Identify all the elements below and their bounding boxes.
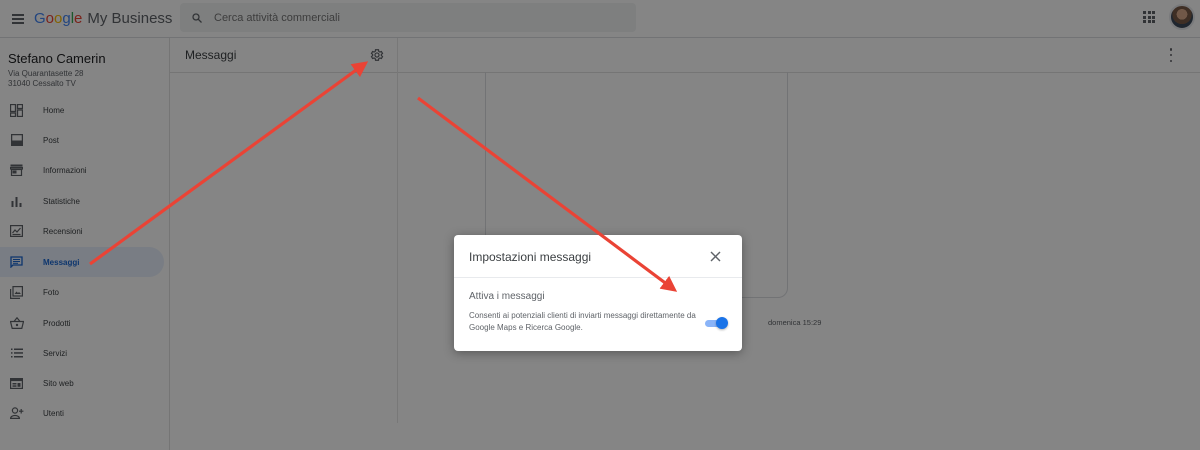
setting-label: Attiva i messaggi bbox=[469, 291, 545, 302]
dialog-title: Impostazioni messaggi bbox=[469, 250, 592, 264]
messages-toggle[interactable] bbox=[703, 317, 728, 329]
message-settings-dialog: Impostazioni messaggi Attiva i messaggi … bbox=[454, 235, 742, 351]
modal-scrim[interactable] bbox=[0, 0, 1200, 450]
close-icon[interactable] bbox=[709, 250, 722, 263]
toggle-thumb bbox=[716, 317, 728, 329]
divider bbox=[454, 277, 742, 278]
setting-description: Consenti ai potenziali clienti di inviar… bbox=[469, 311, 696, 332]
